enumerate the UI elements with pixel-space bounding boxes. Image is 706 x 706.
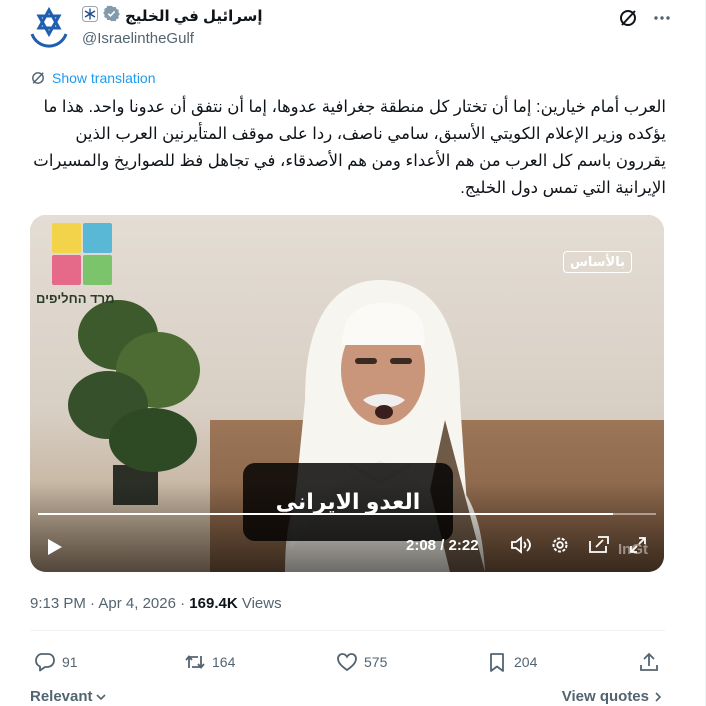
video-controls: 2:08 / 2:22: [30, 527, 664, 563]
time-separator: /: [440, 537, 449, 554]
bookmark-count: 204: [514, 654, 538, 670]
reply-icon: [35, 653, 55, 672]
thumb-3: [52, 255, 81, 285]
video-logo: بالأساس: [562, 251, 632, 273]
display-name[interactable]: إسرائيل في الخليج: [125, 7, 262, 25]
user-handle[interactable]: @IsraelintheGulf: [82, 30, 262, 47]
bookmark-button[interactable]: 204: [486, 651, 537, 673]
thumb-2: [83, 223, 112, 253]
header-actions: [618, 8, 672, 33]
play-icon[interactable]: [46, 537, 64, 562]
share-button[interactable]: [638, 651, 660, 673]
view-quotes-link[interactable]: View quotes: [562, 688, 663, 705]
tweet-text: العرب أمام خيارين: إما أن تختار كل منطقة…: [33, 98, 666, 197]
tweet-detail: إسرائيل في الخليج @IsraelintheGulf Show …: [0, 0, 706, 706]
tweet-time[interactable]: 9:13 PM: [30, 595, 86, 612]
heart-icon: [337, 653, 357, 672]
views-count: 169.4K: [189, 595, 238, 612]
star-of-david-icon: [30, 6, 68, 48]
tweet-meta: 9:13 PM · Apr 4, 2026 · 169.4K Views: [30, 595, 282, 612]
pip-icon[interactable]: [588, 535, 610, 560]
sort-replies-dropdown[interactable]: Relevant: [30, 688, 107, 705]
more-icon[interactable]: [652, 8, 672, 33]
thumb-1: [52, 223, 81, 253]
chevron-right-icon: [655, 691, 662, 702]
settings-icon[interactable]: [550, 535, 570, 560]
video-progress-fill: [38, 513, 613, 515]
thumb-4: [83, 255, 112, 285]
sort-label: Relevant: [30, 688, 93, 705]
replies-toolbar: Relevant View quotes: [30, 688, 663, 706]
video-duration: 2:22: [448, 537, 479, 554]
verified-badge-icon: [103, 5, 120, 27]
avatar[interactable]: [26, 4, 72, 50]
snowflake-emblem-icon: [82, 5, 98, 27]
like-button[interactable]: 575: [336, 651, 387, 673]
repost-icon: [185, 655, 205, 669]
video-channel-label: מרד החליפים: [36, 291, 115, 306]
channel-thumbnails: [52, 223, 112, 285]
author-names[interactable]: إسرائيل في الخليج @IsraelintheGulf: [82, 5, 262, 47]
show-translation-label[interactable]: Show translation: [52, 70, 156, 86]
action-bar: 91 164 575 204: [34, 651, 664, 675]
video-plant: [68, 300, 200, 505]
reply-count: 91: [62, 654, 78, 670]
volume-icon[interactable]: [510, 535, 532, 560]
views-label: Views: [241, 595, 282, 612]
meta-dot: ·: [180, 595, 190, 612]
reply-button[interactable]: 91: [34, 651, 78, 673]
grok-icon[interactable]: [618, 8, 638, 33]
video-player[interactable]: מרד החליפים بالأساس العدو الايراني InGt …: [30, 215, 664, 572]
grok-icon: [32, 72, 44, 84]
view-quotes-label: View quotes: [561, 688, 649, 705]
repost-button[interactable]: 164: [184, 651, 235, 673]
tweet-date[interactable]: Apr 4, 2026: [98, 595, 176, 612]
video-progress-bar[interactable]: [38, 513, 656, 515]
tweet-header: إسرائيل في الخليج @IsraelintheGulf: [26, 4, 672, 52]
repost-count: 164: [212, 654, 236, 670]
bookmark-icon: [490, 653, 504, 672]
video-control-icons: [510, 535, 648, 560]
fullscreen-icon[interactable]: [628, 535, 648, 560]
like-count: 575: [364, 654, 388, 670]
chevron-down-icon: [95, 693, 106, 700]
video-current-time: 2:08: [406, 537, 437, 554]
share-icon: [640, 652, 658, 671]
show-translation-link[interactable]: Show translation: [30, 70, 156, 86]
divider: [30, 630, 665, 631]
video-time: 2:08 / 2:22: [406, 537, 479, 554]
